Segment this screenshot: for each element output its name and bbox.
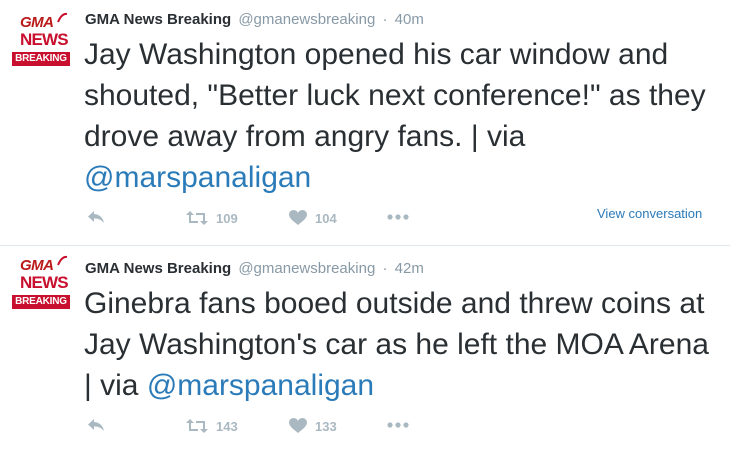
logo-breaking-banner: BREAKING — [12, 295, 70, 309]
gma-news-breaking-avatar[interactable]: GMA NEWS BREAKING — [10, 12, 72, 68]
logo-swoosh-icon — [57, 12, 68, 23]
more-button[interactable] — [387, 214, 409, 220]
like-button[interactable]: 133 — [289, 418, 337, 434]
tweet-text: Jay Washington opened his car window and… — [84, 34, 714, 198]
logo-gma-text: GMA — [20, 257, 54, 274]
tweet-actions: 143 133 — [85, 418, 725, 438]
gma-news-breaking-avatar[interactable]: GMA NEWS BREAKING — [10, 255, 72, 311]
reply-icon — [88, 211, 104, 223]
tweet-timestamp[interactable]: 40m — [395, 11, 424, 28]
like-button[interactable]: 104 — [289, 210, 337, 226]
logo-gma-text: GMA — [20, 14, 54, 31]
reply-button[interactable] — [87, 418, 105, 432]
retweet-button[interactable]: 109 — [186, 210, 238, 226]
retweet-count: 143 — [216, 418, 238, 434]
author-handle[interactable]: @gmanewsbreaking — [238, 11, 375, 28]
retweet-icon — [186, 419, 208, 433]
logo-news-text: NEWS — [20, 30, 69, 49]
logo-news-text: NEWS — [20, 273, 69, 292]
more-button[interactable] — [387, 422, 409, 428]
author-handle[interactable]: @gmanewsbreaking — [238, 260, 375, 277]
mention-link[interactable]: @marspanaligan — [84, 161, 311, 194]
retweet-button[interactable]: 143 — [186, 418, 238, 434]
header-separator: · — [382, 11, 388, 28]
retweet-count: 109 — [216, 210, 238, 226]
like-count: 133 — [315, 418, 337, 434]
like-count: 104 — [315, 210, 337, 226]
reply-button[interactable] — [87, 210, 105, 224]
author-name[interactable]: GMA News Breaking — [85, 11, 231, 28]
logo-breaking-banner: BREAKING — [12, 52, 70, 66]
retweet-icon — [186, 211, 208, 225]
mention-link[interactable]: @marspanaligan — [147, 369, 374, 402]
tweet-header: GMA News Breaking @gmanewsbreaking · 40m — [85, 11, 424, 28]
tweet-text-body: Jay Washington opened his car window and… — [84, 38, 706, 153]
header-separator: · — [382, 260, 388, 277]
more-dots-icon — [387, 214, 409, 220]
view-conversation-link[interactable]: View conversation — [597, 206, 702, 221]
reply-icon — [88, 419, 104, 431]
logo-swoosh-icon — [57, 255, 68, 266]
heart-icon — [289, 210, 307, 225]
author-name[interactable]: GMA News Breaking — [85, 260, 231, 277]
tweet-text: Ginebra fans booed outside and threw coi… — [84, 283, 714, 406]
more-dots-icon — [387, 422, 409, 428]
tweet-timestamp[interactable]: 42m — [395, 260, 424, 277]
tweet-header: GMA News Breaking @gmanewsbreaking · 42m — [85, 260, 424, 277]
heart-icon — [289, 418, 307, 433]
